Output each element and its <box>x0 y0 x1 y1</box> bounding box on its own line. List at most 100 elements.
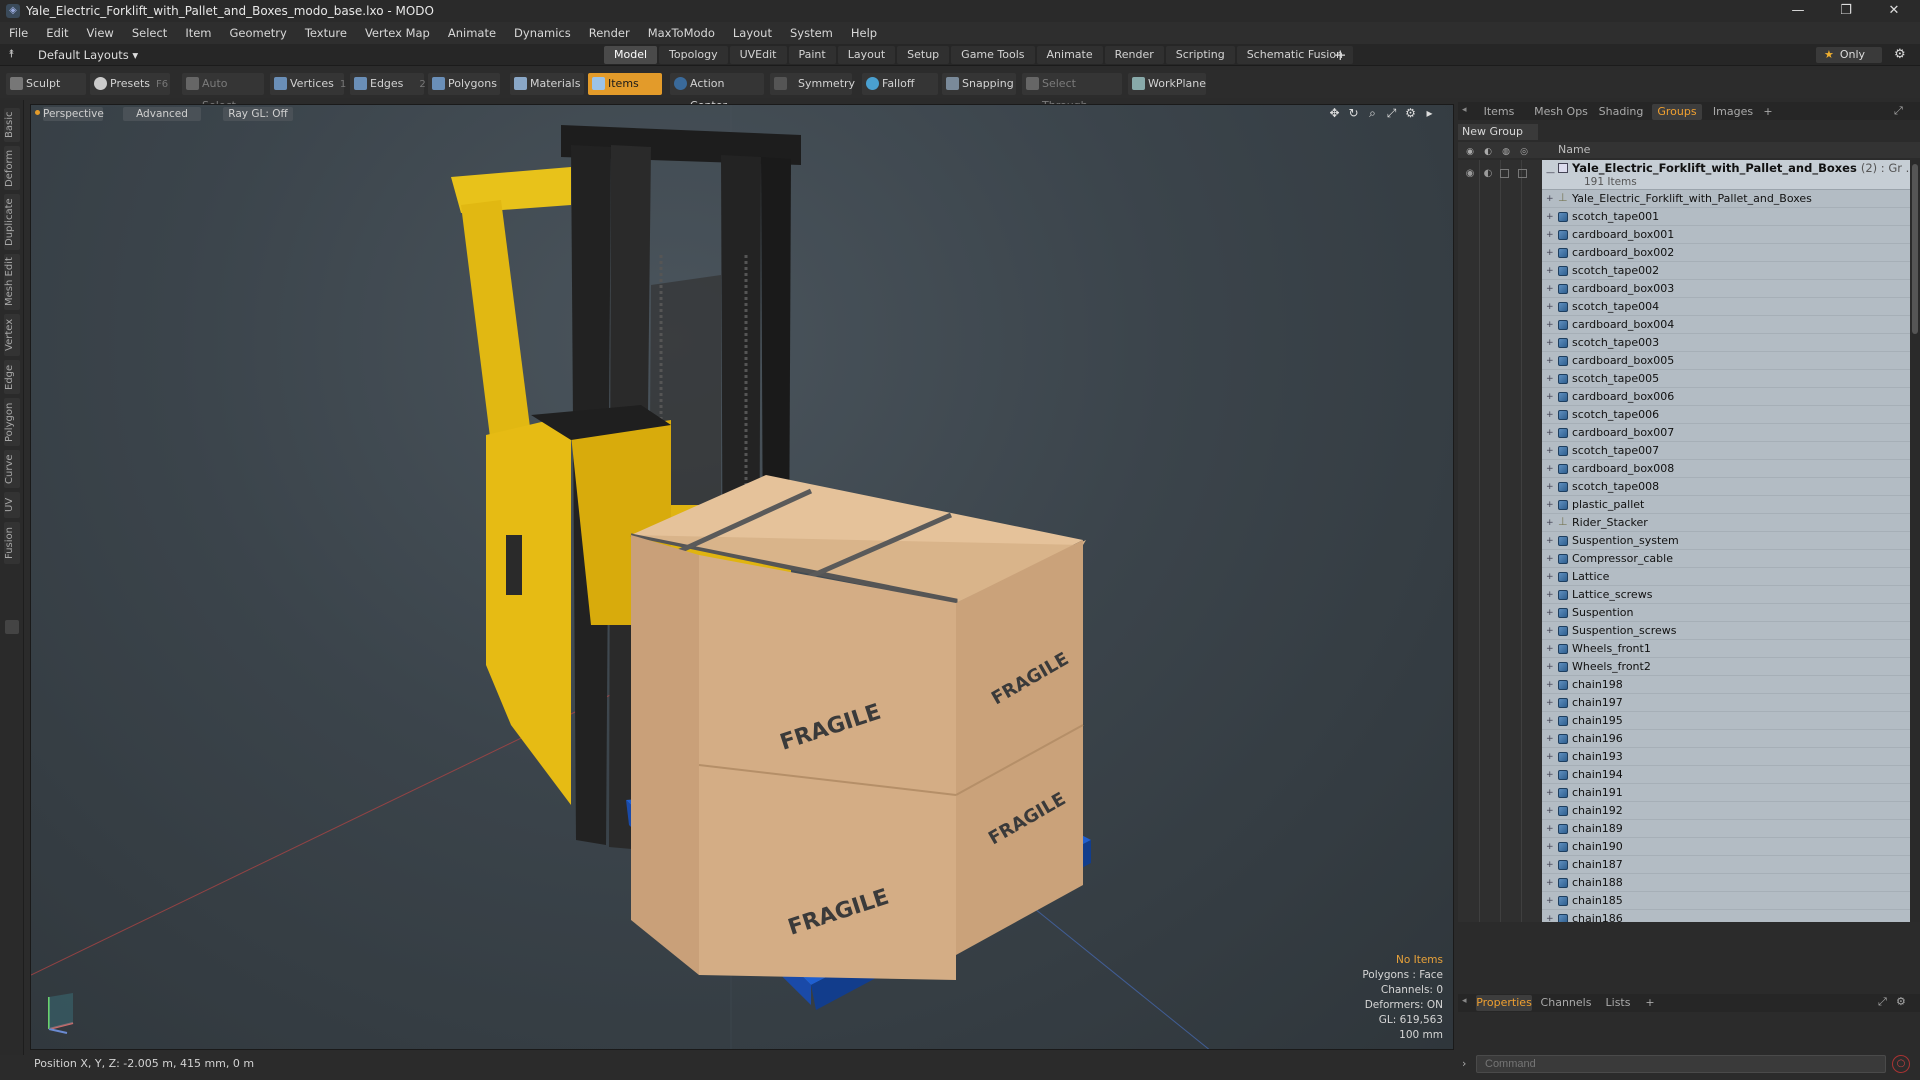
expand-item-icon[interactable]: + <box>1546 622 1554 640</box>
menu-dynamics[interactable]: Dynamics <box>505 22 580 44</box>
auto-select-button[interactable]: Auto Select <box>182 73 264 112</box>
properties-menu-icon[interactable]: ◂ <box>1462 996 1467 1006</box>
list-item[interactable]: + Suspention <box>1542 604 1910 622</box>
expand-item-icon[interactable]: + <box>1546 910 1554 922</box>
falloff-button[interactable]: Falloff <box>862 73 938 95</box>
advanced-button[interactable]: Advanced <box>123 107 201 121</box>
add-properties-tab[interactable]: + <box>1644 995 1656 1011</box>
sculpt-button[interactable]: Sculpt <box>6 73 86 95</box>
list-item[interactable]: + cardboard_box003 <box>1542 280 1910 298</box>
menu-animate[interactable]: Animate <box>439 22 505 44</box>
expand-item-icon[interactable]: + <box>1546 388 1554 406</box>
eye-icon[interactable]: ◉ <box>1464 168 1476 180</box>
tab-scripting[interactable]: Scripting <box>1165 46 1235 64</box>
tab-groups[interactable]: Groups <box>1652 104 1702 120</box>
vertices-button[interactable]: Vertices 1 <box>270 73 346 95</box>
list-item[interactable]: + cardboard_box007 <box>1542 424 1910 442</box>
collapse-icon[interactable]: ⯭ <box>8 47 22 61</box>
properties-expand-icon[interactable]: ⤢ <box>1878 995 1887 1009</box>
expand-item-icon[interactable]: + <box>1546 478 1554 496</box>
expand-item-icon[interactable]: + <box>1546 226 1554 244</box>
menu-geometry[interactable]: Geometry <box>221 22 296 44</box>
tab-animate[interactable]: Animate <box>1036 46 1103 64</box>
tab-images[interactable]: Images <box>1708 104 1758 120</box>
pan-icon[interactable]: ✥ <box>1325 106 1344 121</box>
list-item[interactable]: + chain186 <box>1542 910 1910 922</box>
tab-channels[interactable]: Channels <box>1538 995 1594 1011</box>
scrollbar-thumb[interactable] <box>1912 164 1918 334</box>
polygons-button[interactable]: Polygons <box>428 73 500 95</box>
tab-paint[interactable]: Paint <box>788 46 836 64</box>
tab-mesh-ops[interactable]: Mesh Ops <box>1532 104 1590 120</box>
close-button[interactable]: ✕ <box>1874 0 1914 22</box>
list-item[interactable]: + scotch_tape006 <box>1542 406 1910 424</box>
tab-lists[interactable]: Lists <box>1598 995 1638 1011</box>
list-item[interactable]: + cardboard_box001 <box>1542 226 1910 244</box>
3d-viewport[interactable]: FRAGILE FRAGILE FRAGILE FRAGILE Perspect… <box>30 104 1454 1050</box>
list-item[interactable]: + Lattice <box>1542 568 1910 586</box>
tab-topology[interactable]: Topology <box>659 46 728 64</box>
expand-item-icon[interactable]: + <box>1546 190 1554 208</box>
list-item[interactable]: + chain195 <box>1542 712 1910 730</box>
tab-deform[interactable]: Deform <box>4 146 20 190</box>
menu-texture[interactable]: Texture <box>296 22 356 44</box>
list-item[interactable]: + Lattice_screws <box>1542 586 1910 604</box>
tab-curve[interactable]: Curve <box>4 450 20 488</box>
list-item[interactable]: + ⊥ Rider_Stacker <box>1542 514 1910 532</box>
tab-basic[interactable]: Basic <box>4 108 20 142</box>
list-item[interactable]: + chain193 <box>1542 748 1910 766</box>
panel-menu-icon[interactable]: ◂ <box>1462 105 1467 115</box>
tab-polygon[interactable]: Polygon <box>4 398 20 446</box>
tab-duplicate[interactable]: Duplicate <box>4 194 20 250</box>
tab-vertex[interactable]: Vertex <box>4 314 20 356</box>
expand-item-icon[interactable]: + <box>1546 838 1554 856</box>
list-item[interactable]: + cardboard_box006 <box>1542 388 1910 406</box>
list-item[interactable]: + Suspention_system <box>1542 532 1910 550</box>
expand-item-icon[interactable]: + <box>1546 892 1554 910</box>
render-header-icon[interactable]: ◍ <box>1500 144 1512 157</box>
list-item[interactable]: + scotch_tape004 <box>1542 298 1910 316</box>
symmetry-button[interactable]: Symmetry <box>770 73 855 95</box>
tab-render[interactable]: Render <box>1104 46 1164 64</box>
menu-help[interactable]: Help <box>842 22 886 44</box>
select-through-button[interactable]: Select Through <box>1022 73 1122 112</box>
tab-shading[interactable]: Shading <box>1594 104 1648 120</box>
list-item[interactable]: + cardboard_box002 <box>1542 244 1910 262</box>
expand-item-icon[interactable]: + <box>1546 208 1554 226</box>
new-group-button[interactable]: New Group <box>1458 124 1538 140</box>
expand-item-icon[interactable]: + <box>1546 568 1554 586</box>
list-item[interactable]: + scotch_tape001 <box>1542 208 1910 226</box>
maximize-button[interactable]: ❐ <box>1826 0 1866 22</box>
expand-icon[interactable]: ⤢ <box>1894 104 1903 118</box>
menu-file[interactable]: File <box>0 22 37 44</box>
menu-item[interactable]: Item <box>176 22 220 44</box>
expand-item-icon[interactable]: + <box>1546 874 1554 892</box>
expand-item-icon[interactable]: + <box>1546 658 1554 676</box>
render-checkbox[interactable] <box>1500 169 1509 178</box>
tab-mesh-edit[interactable]: Mesh Edit <box>4 254 20 310</box>
command-input[interactable] <box>1476 1055 1886 1073</box>
fit-icon[interactable]: ⤢ <box>1382 106 1401 121</box>
list-item[interactable]: + chain197 <box>1542 694 1910 712</box>
command-run-icon[interactable]: ○ <box>1892 1055 1910 1073</box>
expand-item-icon[interactable]: + <box>1546 442 1554 460</box>
expand-item-icon[interactable]: + <box>1546 730 1554 748</box>
expand-item-icon[interactable]: + <box>1546 244 1554 262</box>
expand-item-icon[interactable]: + <box>1546 352 1554 370</box>
tab-edge[interactable]: Edge <box>4 360 20 394</box>
list-item[interactable]: + cardboard_box005 <box>1542 352 1910 370</box>
expand-item-icon[interactable]: + <box>1546 334 1554 352</box>
list-item[interactable]: + scotch_tape003 <box>1542 334 1910 352</box>
expand-item-icon[interactable]: + <box>1546 550 1554 568</box>
layout-dropdown[interactable]: Default Layouts ▾ <box>38 48 138 62</box>
raygl-button[interactable]: Ray GL: Off <box>223 107 293 121</box>
list-item[interactable]: + Wheels_front2 <box>1542 658 1910 676</box>
tab-uvedit[interactable]: UVEdit <box>729 46 787 64</box>
list-item[interactable]: + chain185 <box>1542 892 1910 910</box>
menu-maxtomodo[interactable]: MaxToModo <box>639 22 724 44</box>
select-checkbox[interactable] <box>1518 169 1527 178</box>
list-item[interactable]: + scotch_tape005 <box>1542 370 1910 388</box>
list-item[interactable]: + chain187 <box>1542 856 1910 874</box>
group-row[interactable]: — Yale_Electric_Forklift_with_Pallet_and… <box>1542 160 1910 190</box>
expand-item-icon[interactable]: + <box>1546 820 1554 838</box>
